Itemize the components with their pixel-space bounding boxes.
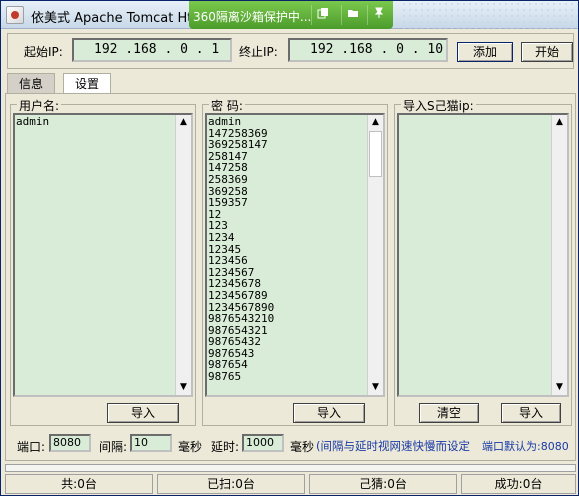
start-button[interactable]: 开始 (521, 42, 573, 62)
ip-import-group: 导入S己猫ip: ▲ ▼ 清空 导入 (394, 97, 572, 426)
list-item[interactable]: admin (208, 116, 274, 128)
import-ip-button[interactable]: 导入 (501, 403, 561, 423)
scroll-up-icon[interactable]: ▲ (552, 115, 567, 130)
status-success: 成功:0台 (461, 474, 576, 494)
app-window: 依美式 Apache Tomcat Http 360隔离沙箱保护中... 起始I… (0, 0, 579, 496)
scroll-thumb[interactable] (369, 131, 382, 177)
scroll-down-icon[interactable]: ▼ (552, 380, 567, 395)
password-list[interactable]: admin 147258369 369258147 258147 147258 25836… (205, 113, 385, 397)
folder-icon[interactable] (341, 5, 363, 25)
import-username-button[interactable]: 导入 (107, 403, 179, 423)
list-item[interactable]: 159357 (208, 197, 274, 209)
ms-label: 毫秒 (290, 440, 315, 454)
password-group: 密 码: admin 147258369 369258147 258147 147258… (202, 97, 388, 426)
scroll-up-icon[interactable]: ▲ (176, 115, 191, 130)
delay-input[interactable]: 1000 (242, 434, 284, 452)
username-scrollbar[interactable]: ▲ ▼ (175, 115, 191, 395)
username-items: admin (16, 116, 49, 128)
username-group: 用户名: admin ▲ ▼ 导入 (10, 97, 196, 426)
password-group-title: 密 码: (209, 97, 245, 114)
interval-label: 间隔: (99, 440, 128, 454)
list-item[interactable]: 258369 (208, 174, 274, 186)
port-label: 端口: (17, 440, 46, 454)
window-title: 依美式 Apache Tomcat Http (31, 11, 191, 26)
clear-button[interactable]: 清空 (419, 403, 479, 423)
scroll-down-icon[interactable]: ▼ (368, 380, 383, 395)
ip-scrollbar[interactable]: ▲ ▼ (551, 115, 567, 395)
interval-note: (间隔与延时视网速快慢而设定 (316, 439, 470, 453)
sandbox-text: 360隔离沙箱保护中... (193, 10, 312, 24)
tab-info[interactable]: 信息 (7, 73, 55, 93)
title-decoration (401, 1, 578, 29)
app-icon (6, 6, 24, 24)
scroll-up-icon[interactable]: ▲ (368, 115, 383, 130)
list-item[interactable]: 123456789 (208, 290, 274, 302)
ip-group-title: 导入S己猫ip: (401, 97, 476, 114)
port-input[interactable]: 8080 (49, 434, 91, 452)
status-guessed: 己猜:0台 (309, 474, 457, 494)
scan-progress-bar (5, 464, 576, 472)
password-items: admin 147258369 369258147 258147 147258 25836… (208, 116, 274, 383)
delay-label: 延时: (211, 440, 240, 454)
copy-icon[interactable] (311, 5, 333, 25)
list-item[interactable]: 9876543210 (208, 313, 274, 325)
title-bar[interactable]: 依美式 Apache Tomcat Http 360隔离沙箱保护中... (1, 1, 578, 29)
start-ip-label: 起始IP: (24, 45, 63, 59)
tab-settings[interactable]: 设置 (63, 73, 111, 93)
password-scrollbar[interactable]: ▲ ▼ (367, 115, 383, 395)
end-ip-label: 终止IP: (239, 45, 278, 59)
ip-list[interactable]: ▲ ▼ (397, 113, 569, 397)
username-group-title: 用户名: (17, 97, 62, 114)
status-total: 共:0台 (5, 474, 153, 494)
interval-input[interactable]: 10 (130, 434, 172, 452)
add-button[interactable]: 添加 (457, 42, 513, 62)
sandbox-banner: 360隔离沙箱保护中... (189, 1, 393, 29)
username-list[interactable]: admin ▲ ▼ (13, 113, 193, 397)
import-password-button[interactable]: 导入 (293, 403, 365, 423)
pin-icon[interactable] (367, 5, 389, 25)
status-scanned: 已扫:0台 (157, 474, 305, 494)
settings-panel: 用户名: admin ▲ ▼ 导入 密 码: admin 147258369 369… (5, 93, 576, 461)
scroll-down-icon[interactable]: ▼ (176, 380, 191, 395)
list-item[interactable]: 1234 (208, 232, 274, 244)
list-item[interactable]: admin (16, 116, 49, 128)
default-port-note: 端口默认为:8080 (482, 440, 569, 453)
ip-range-row: 起始IP: 192 .168 . 0 . 1 终止IP: 192 .168 . … (7, 33, 574, 69)
start-ip-input[interactable]: 192 .168 . 0 . 1 (72, 38, 232, 62)
ms-label: 毫秒 (178, 440, 203, 454)
list-item[interactable]: 123456 (208, 255, 274, 267)
list-item[interactable]: 98765 (208, 371, 274, 383)
end-ip-input[interactable]: 192 .168 . 0 . 10 (288, 38, 448, 62)
